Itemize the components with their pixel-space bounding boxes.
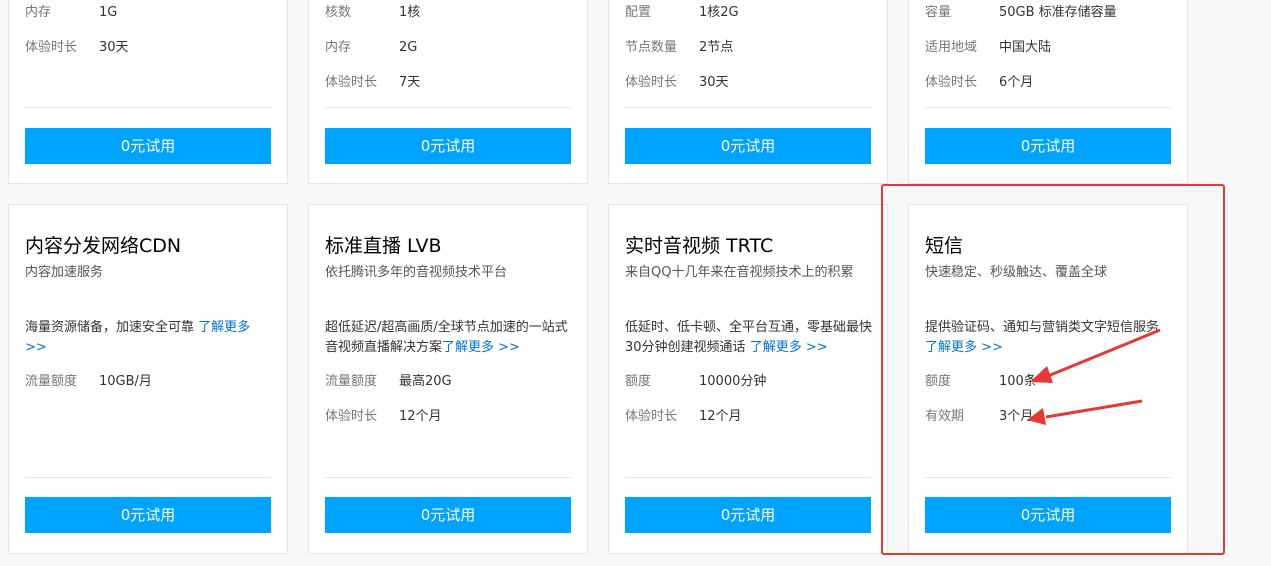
annotation-arrows bbox=[1027, 328, 1161, 425]
arrow-icon bbox=[1030, 328, 1161, 383]
arrow-icon bbox=[1027, 399, 1143, 425]
